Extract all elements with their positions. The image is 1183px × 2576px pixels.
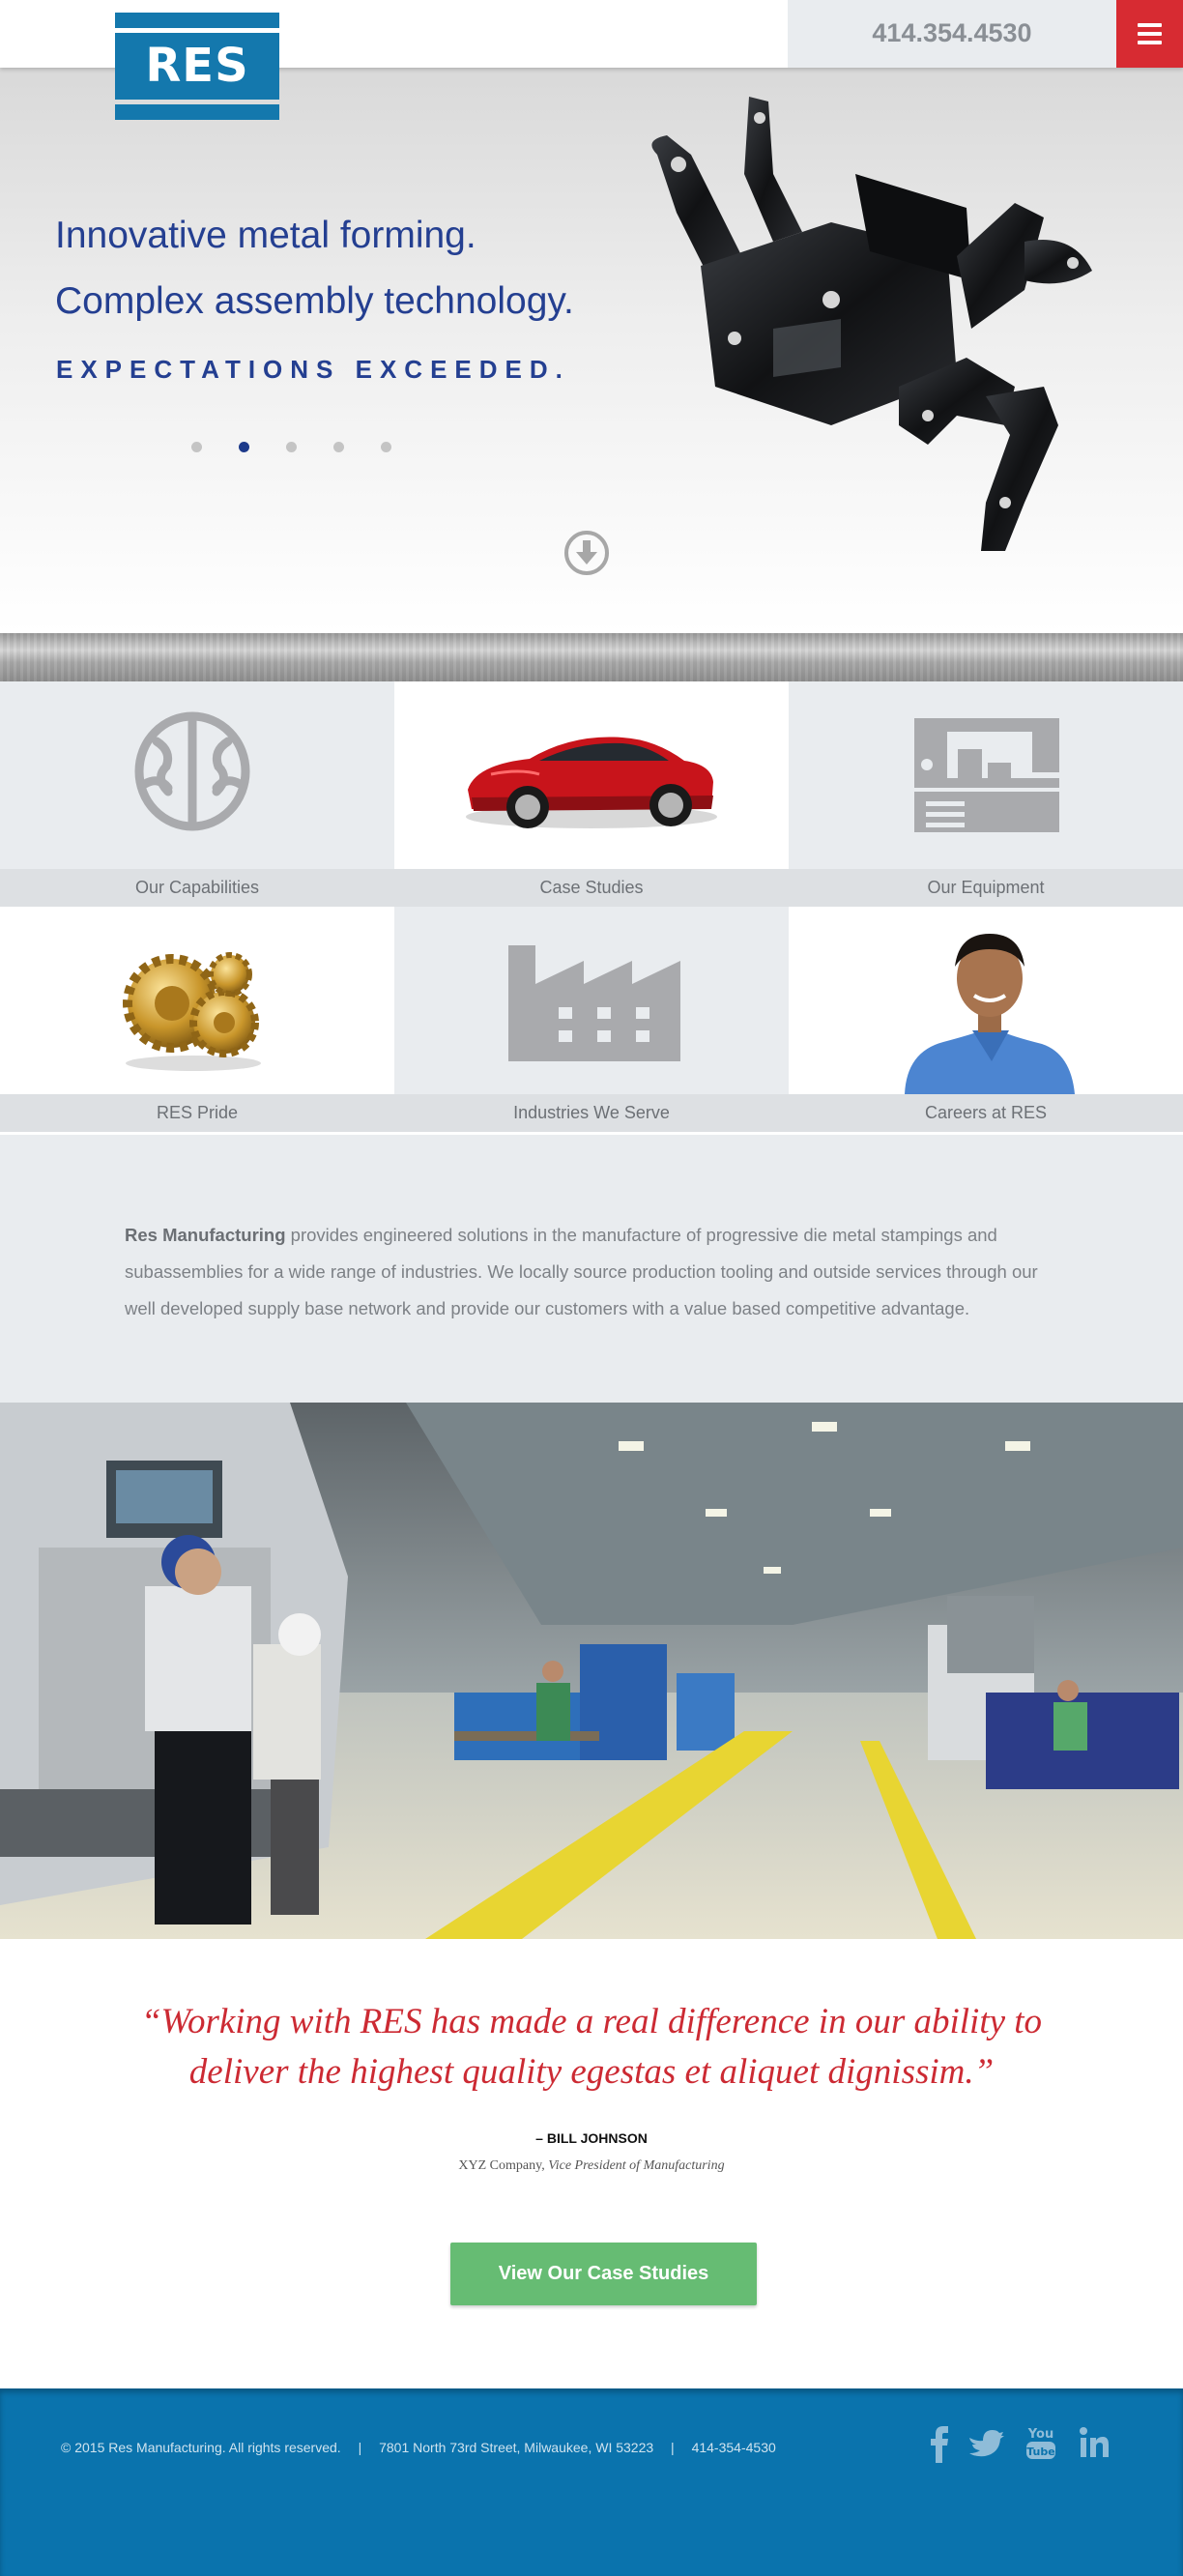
- logo[interactable]: RES: [115, 13, 279, 120]
- tile-caption[interactable]: Case Studies: [394, 869, 789, 907]
- logo-bar: [115, 13, 279, 28]
- arrow-down-circle-icon[interactable]: [563, 530, 610, 576]
- logo-bar: [115, 104, 279, 120]
- tile-caption[interactable]: RES Pride: [0, 1094, 394, 1132]
- slider-dot[interactable]: [333, 442, 344, 452]
- red-car-image: [466, 737, 717, 828]
- svg-text:You: You: [1027, 2427, 1053, 2442]
- machine-icon: [914, 718, 1059, 832]
- tile-caption[interactable]: Our Capabilities: [0, 869, 394, 907]
- slider-dot-active[interactable]: [239, 442, 249, 452]
- header-phone[interactable]: 414.354.4530: [788, 0, 1116, 68]
- tile-caption[interactable]: Industries We Serve: [394, 1094, 789, 1132]
- tile-caption[interactable]: Our Equipment: [789, 869, 1183, 907]
- footer-address: 7801 North 73rd Street, Milwaukee, WI 53…: [379, 2440, 654, 2455]
- linkedin-icon[interactable]: [1079, 2424, 1110, 2463]
- hero-slider: Innovative metal forming. Complex assemb…: [0, 68, 1183, 633]
- phone-area[interactable]: 414.354.4530: [788, 0, 1116, 68]
- tile-res-pride[interactable]: [0, 907, 394, 1094]
- menu-button[interactable]: [1116, 0, 1183, 68]
- footer-separator: |: [671, 2440, 675, 2455]
- footer-info: © 2015 Res Manufacturing. All rights res…: [61, 2440, 776, 2455]
- page: 414.354.4530 RES Innovative metal formin…: [0, 0, 1183, 2576]
- gold-gears-image: [123, 952, 261, 1071]
- hamburger-icon: [1138, 32, 1162, 36]
- view-case-studies-button[interactable]: View Our Case Studies: [450, 2243, 757, 2305]
- tile-caption[interactable]: Careers at RES: [789, 1094, 1183, 1132]
- facebook-icon[interactable]: [928, 2424, 951, 2463]
- tile-our-capabilities[interactable]: [0, 681, 394, 869]
- hero-headline-2: Complex assembly technology.: [55, 280, 574, 322]
- about-section: Res Manufacturing provides engineered so…: [0, 1135, 1183, 1403]
- testimonial-author: – BILL JOHNSON: [535, 2130, 648, 2146]
- hamburger-icon: [1138, 41, 1162, 44]
- tile-industries-we-serve[interactable]: [394, 907, 789, 1094]
- testimonial-company: XYZ Company,: [458, 2158, 545, 2173]
- site-footer: © 2015 Res Manufacturing. All rights res…: [0, 2388, 1183, 2576]
- factory-floor-image: [0, 1403, 1183, 1939]
- factory-icon: [508, 945, 680, 1061]
- tile-case-studies[interactable]: [394, 681, 789, 869]
- testimonial-company-line: XYZ Company, Vice President of Manufactu…: [0, 2158, 1183, 2174]
- twitter-icon[interactable]: [967, 2424, 1004, 2463]
- svg-text:Tube: Tube: [1026, 2446, 1054, 2458]
- hero-tagline: EXPECTATIONS EXCEEDED.: [56, 355, 570, 384]
- brain-icon: [134, 711, 250, 831]
- hamburger-icon: [1138, 23, 1162, 27]
- testimonial-quote: “Working with RES has made a real differ…: [140, 2002, 1043, 2092]
- footer-phone[interactable]: 414-354-4530: [692, 2440, 776, 2455]
- about-company: Res Manufacturing: [125, 1225, 286, 1245]
- slider-dot[interactable]: [381, 442, 391, 452]
- slider-dot[interactable]: [286, 442, 297, 452]
- employee-photo: [905, 934, 1075, 1094]
- logo-text: RES: [115, 33, 279, 100]
- hero-headline-1: Innovative metal forming.: [55, 215, 476, 256]
- tile-our-equipment[interactable]: [789, 681, 1183, 869]
- slider-dot[interactable]: [191, 442, 202, 452]
- testimonial-section: “Working with RES has made a real differ…: [0, 1939, 1183, 2388]
- metal-bracket-image: [651, 97, 1092, 551]
- youtube-icon[interactable]: You Tube: [1024, 2424, 1057, 2463]
- testimonial-title: Vice President of Manufacturing: [548, 2158, 725, 2173]
- tile-careers-at-res[interactable]: [789, 907, 1183, 1094]
- footer-separator: |: [358, 2440, 362, 2455]
- factory-floor-photo: [0, 1403, 1183, 1939]
- brushed-steel-divider: [0, 633, 1183, 681]
- footer-copyright: © 2015 Res Manufacturing. All rights res…: [61, 2440, 341, 2455]
- about-text: Res Manufacturing provides engineered so…: [125, 1217, 1072, 1327]
